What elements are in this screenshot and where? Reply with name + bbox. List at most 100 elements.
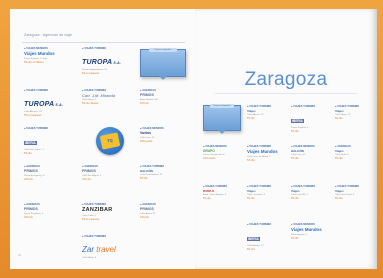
listing-promo: 5% en paquetes bbox=[82, 217, 100, 221]
listing-logo: PRIMOS bbox=[24, 169, 38, 174]
ad-placeholder-tab: Espacio disponible bbox=[210, 104, 234, 108]
listing-logo: Vuelos bbox=[140, 131, 151, 136]
listing-cell[interactable]: ● VIAJES TURISMO Viajes Calle León XIII,… bbox=[291, 185, 331, 219]
listing-category: ● VIAJES TURISMO bbox=[24, 89, 49, 92]
listing-cell[interactable]: ● VIAJES TURISMO Viajes Mundos Calle Cin… bbox=[247, 145, 287, 179]
listing-logo: Zar travel bbox=[82, 245, 116, 255]
listing-category: ● VIAJES MUNDOS bbox=[203, 145, 227, 148]
listing-logo: Viajes bbox=[247, 189, 256, 194]
listing-category: ● VIAJES TURISMO bbox=[203, 185, 228, 188]
listing-logo: IBERIA bbox=[24, 141, 37, 146]
listing-category: ● AGENCIAS bbox=[24, 203, 40, 206]
ad-placeholder-pointer bbox=[159, 76, 167, 80]
listing-cell[interactable]: ● VIAJES MUNDOS Viajes Mundos Plaza Espa… bbox=[291, 223, 331, 257]
listing-cell[interactable]: ● AGENCIAS PRIMOS Paseo Pamplona, 4 10% … bbox=[24, 203, 76, 235]
listing-logo: PRIMOS bbox=[82, 169, 96, 174]
listing-category: ● VIAJES TURISMO bbox=[82, 203, 107, 206]
listing-logo: Viajes Mundos bbox=[24, 51, 55, 57]
listing-cell[interactable]: ● AGENCIAS PRIMOS Paseo Echegaray, 11 10… bbox=[24, 165, 76, 201]
listing-cell[interactable]: ● VIAJES MUNDOS Vuelos Calle Coso, 52 10… bbox=[140, 127, 192, 163]
listing-category: ● VIAJES TURISMO bbox=[24, 127, 49, 130]
ad-placeholder[interactable]: Espacio disponible bbox=[140, 48, 186, 80]
listing-logo: PRIMOS bbox=[140, 93, 154, 98]
listing-promo: 5% dto. bbox=[140, 177, 149, 181]
ad-placeholder-tab: Espacio disponible bbox=[149, 48, 177, 52]
city-title: Zaragoza bbox=[244, 69, 328, 90]
listing-promo: 5% dto. bbox=[247, 248, 256, 252]
breadcrumb: Zaragoza · Agencias de viaje bbox=[24, 33, 72, 37]
listing-cell[interactable]: ● VIAJES TURISMO Carr. J.M. Miranda Call… bbox=[82, 89, 134, 129]
listing-logo: PRIMOS bbox=[140, 207, 154, 212]
left-page: Zaragoza · Agencias de viaje ● VIAJES MU… bbox=[10, 9, 195, 269]
listing-logo: IBERIA bbox=[291, 119, 304, 124]
listing-promo: 10% vuelos bbox=[140, 139, 153, 143]
badge-seal-label: TQ bbox=[99, 132, 121, 150]
listing-logo: IBERIA bbox=[247, 237, 260, 242]
listing-promo: 5% en paquetes bbox=[82, 72, 100, 76]
listing-cell[interactable]: ● VIAJES MUNDOS HALCÓN Calle Coso, 40 5%… bbox=[291, 145, 331, 179]
listing-category: ● VIAJES MUNDOS bbox=[24, 47, 48, 50]
ad-placeholder-pointer bbox=[218, 130, 226, 134]
listing-promo: 5% dto. en billetes bbox=[24, 60, 44, 64]
listing-promo: 5% dto. bbox=[247, 197, 256, 201]
page-number: 20 bbox=[18, 253, 22, 257]
listing-logo: TUROPA S.A. bbox=[24, 101, 64, 109]
listing-category: ● VIAJES TURISMO bbox=[247, 185, 272, 188]
ad-placeholder[interactable]: Espacio disponible bbox=[203, 104, 241, 134]
listing-promo: 10% dto. bbox=[140, 215, 150, 219]
listing-promo: 10% dto. bbox=[140, 101, 150, 105]
listing-category: ● VIAJES TURISMO bbox=[247, 145, 272, 148]
listing-promo: 5% dto. bbox=[247, 158, 256, 162]
listing-category: ● AGENCIAS bbox=[140, 203, 156, 206]
listing-promo: 10% dto. bbox=[24, 215, 34, 219]
listing-category: ● VIAJES MUNDOS bbox=[291, 145, 315, 148]
listing-cell[interactable]: ● VIAJES TURISMO TUROPA S.A. Calle Alfon… bbox=[24, 89, 76, 129]
listing-category: ● AGENCIAS bbox=[140, 89, 156, 92]
listing-cell[interactable]: ● VIAJES MUNDOS GRUPO Paseo Constitución… bbox=[203, 145, 243, 179]
listing-category: ● VIAJES TURISMO bbox=[140, 165, 165, 168]
listing-cell[interactable]: ● VIAJES TURISMO IBERIA Calle Don Jaime … bbox=[24, 127, 76, 163]
listing-promo: 5% dto. bbox=[291, 157, 300, 161]
listing-category: ● VIAJES TURISMO bbox=[291, 185, 316, 188]
listing-category: ● VIAJES TURISMO bbox=[291, 105, 316, 108]
listing-promo: 5% dto. bbox=[247, 117, 256, 121]
listing-promo: 5% dto. bbox=[291, 197, 300, 201]
listing-cell[interactable]: ● VIAJES TURISMO Zar travel Calle Bilbao… bbox=[82, 235, 138, 263]
listing-cell[interactable]: ● VIAJES TURISMO HALCÓN Calle Predicador… bbox=[140, 165, 192, 201]
listing-category: ● VIAJES MUNDOS bbox=[291, 223, 315, 226]
listing-category: ● AGENCIAS bbox=[24, 165, 40, 168]
listing-cell[interactable]: ● VIAJES TURISMO Viajes Calle Cervantes,… bbox=[247, 185, 287, 219]
listing-logo: TUROPA S.A. bbox=[82, 59, 122, 67]
listing-logo: Viajes Mundos bbox=[291, 227, 322, 233]
listing-category: ● VIAJES TURISMO bbox=[247, 105, 272, 108]
listing-promo: 5% dto. bbox=[291, 130, 300, 134]
header-rule bbox=[22, 42, 185, 43]
listing-cell[interactable]: ● VIAJES TURISMO WORLD Avda. César Augus… bbox=[203, 185, 243, 219]
listing-promo: 5% en paquetes bbox=[24, 114, 42, 118]
listing-cell[interactable]: ● VIAJES TURISMO ZANZIBAR Calle Cádiz, 9… bbox=[82, 203, 138, 235]
listing-category: ● AGENCIAS bbox=[82, 165, 98, 168]
listing-cell[interactable]: ● VIAJES TURISMO IBERIA Paseo Sagasta, 4… bbox=[291, 105, 331, 139]
listing-address: Calle Bilbao, 6 bbox=[82, 257, 97, 260]
listing-cell[interactable]: ● AGENCIAS PRIMOS Calle Asalto, 33 10% d… bbox=[140, 203, 192, 235]
listing-promo: 5% dto. bbox=[291, 236, 300, 240]
listing-category: ● VIAJES TURISMO bbox=[82, 89, 107, 92]
listing-logo: GRUPO bbox=[203, 149, 215, 154]
listing-logo: Viajes bbox=[247, 109, 256, 114]
listing-cell[interactable]: ● AGENCIAS PRIMOS Avda. Madrid, 106 10% … bbox=[140, 89, 192, 129]
listing-promo: 10% dto. bbox=[82, 177, 92, 181]
listing-cell[interactable]: ● VIAJES TURISMO Viajes Calle Alfonso, 2… bbox=[247, 105, 287, 139]
listing-category: ● VIAJES TURISMO bbox=[82, 235, 107, 238]
listing-logo: Viajes Mundos bbox=[247, 149, 278, 155]
page-curl-shadow bbox=[368, 9, 377, 269]
listing-cell[interactable]: ● VIAJES TURISMO TUROPA S.A. Paseo Indep… bbox=[82, 47, 134, 87]
listing-cell[interactable]: ● VIAJES MUNDOS Viajes Mundos Paseo Saga… bbox=[24, 47, 76, 87]
listing-promo: 5% dto. bbox=[24, 152, 33, 156]
listing-category: ● VIAJES TURISMO bbox=[82, 47, 107, 50]
listing-cell[interactable]: ● AGENCIAS PRIMOS Calle San Miguel, 2 10… bbox=[82, 165, 134, 201]
listing-logo: WORLD bbox=[203, 189, 215, 194]
listing-cell[interactable]: ● VIAJES TURISMO IBERIA Calle Azoque, 12… bbox=[247, 223, 287, 257]
listing-promo: 10% dto. bbox=[24, 177, 34, 181]
listing-logo: HALCÓN bbox=[140, 169, 153, 174]
right-page: Zaragoza Espacio disponible ● VIAJES TUR… bbox=[195, 9, 377, 269]
